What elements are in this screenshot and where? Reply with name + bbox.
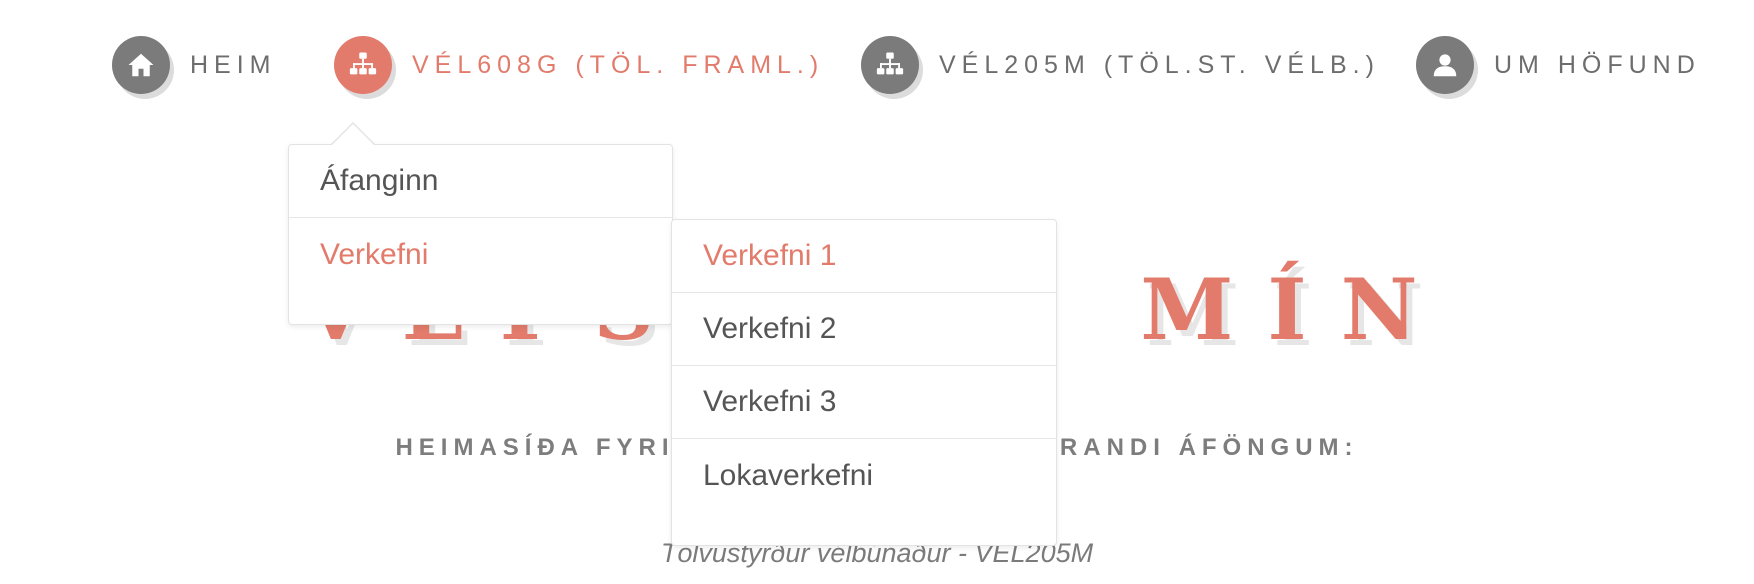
nav-item-vel608g[interactable]: VÉL608G (TÖL. FRAML.) xyxy=(334,36,825,94)
nav-item-label: VÉL205M (TÖL.ST. VÉLB.) xyxy=(939,50,1380,79)
dropdown-caret-fill xyxy=(332,124,374,145)
sitemap-icon xyxy=(861,36,919,94)
submenu-item-lokaverkefni[interactable]: Lokaverkefni xyxy=(672,439,1056,512)
sitemap-icon xyxy=(334,36,392,94)
nav-item-um-hofund[interactable]: UM HÖFUND xyxy=(1416,36,1701,94)
home-icon xyxy=(112,36,170,94)
dropdown-item-afanginn[interactable]: Áfanginn xyxy=(289,145,672,218)
dropdown-item-verkefni[interactable]: Verkefni xyxy=(289,218,672,291)
submenu-item-verkefni-1[interactable]: Verkefni 1 xyxy=(672,220,1056,293)
nav-item-label: UM HÖFUND xyxy=(1494,50,1701,79)
nav-item-vel205m[interactable]: VÉL205M (TÖL.ST. VÉLB.) xyxy=(861,36,1380,94)
submenu-item-verkefni-3[interactable]: Verkefni 3 xyxy=(672,366,1056,439)
user-icon xyxy=(1416,36,1474,94)
nav-item-label: HEIM xyxy=(190,50,277,79)
main-nav: HEIM VÉL608G (TÖL. FRAML.) VÉL205M (TÖL.… xyxy=(0,0,1754,130)
nav-item-heim[interactable]: HEIM xyxy=(112,36,277,94)
submenu: Verkefni 1 Verkefni 2 Verkefni 3 Lokaver… xyxy=(671,219,1057,546)
nav-item-label: VÉL608G (TÖL. FRAML.) xyxy=(412,50,825,79)
submenu-item-verkefni-2[interactable]: Verkefni 2 xyxy=(672,293,1056,366)
dropdown-menu: Áfanginn Verkefni xyxy=(288,144,673,325)
